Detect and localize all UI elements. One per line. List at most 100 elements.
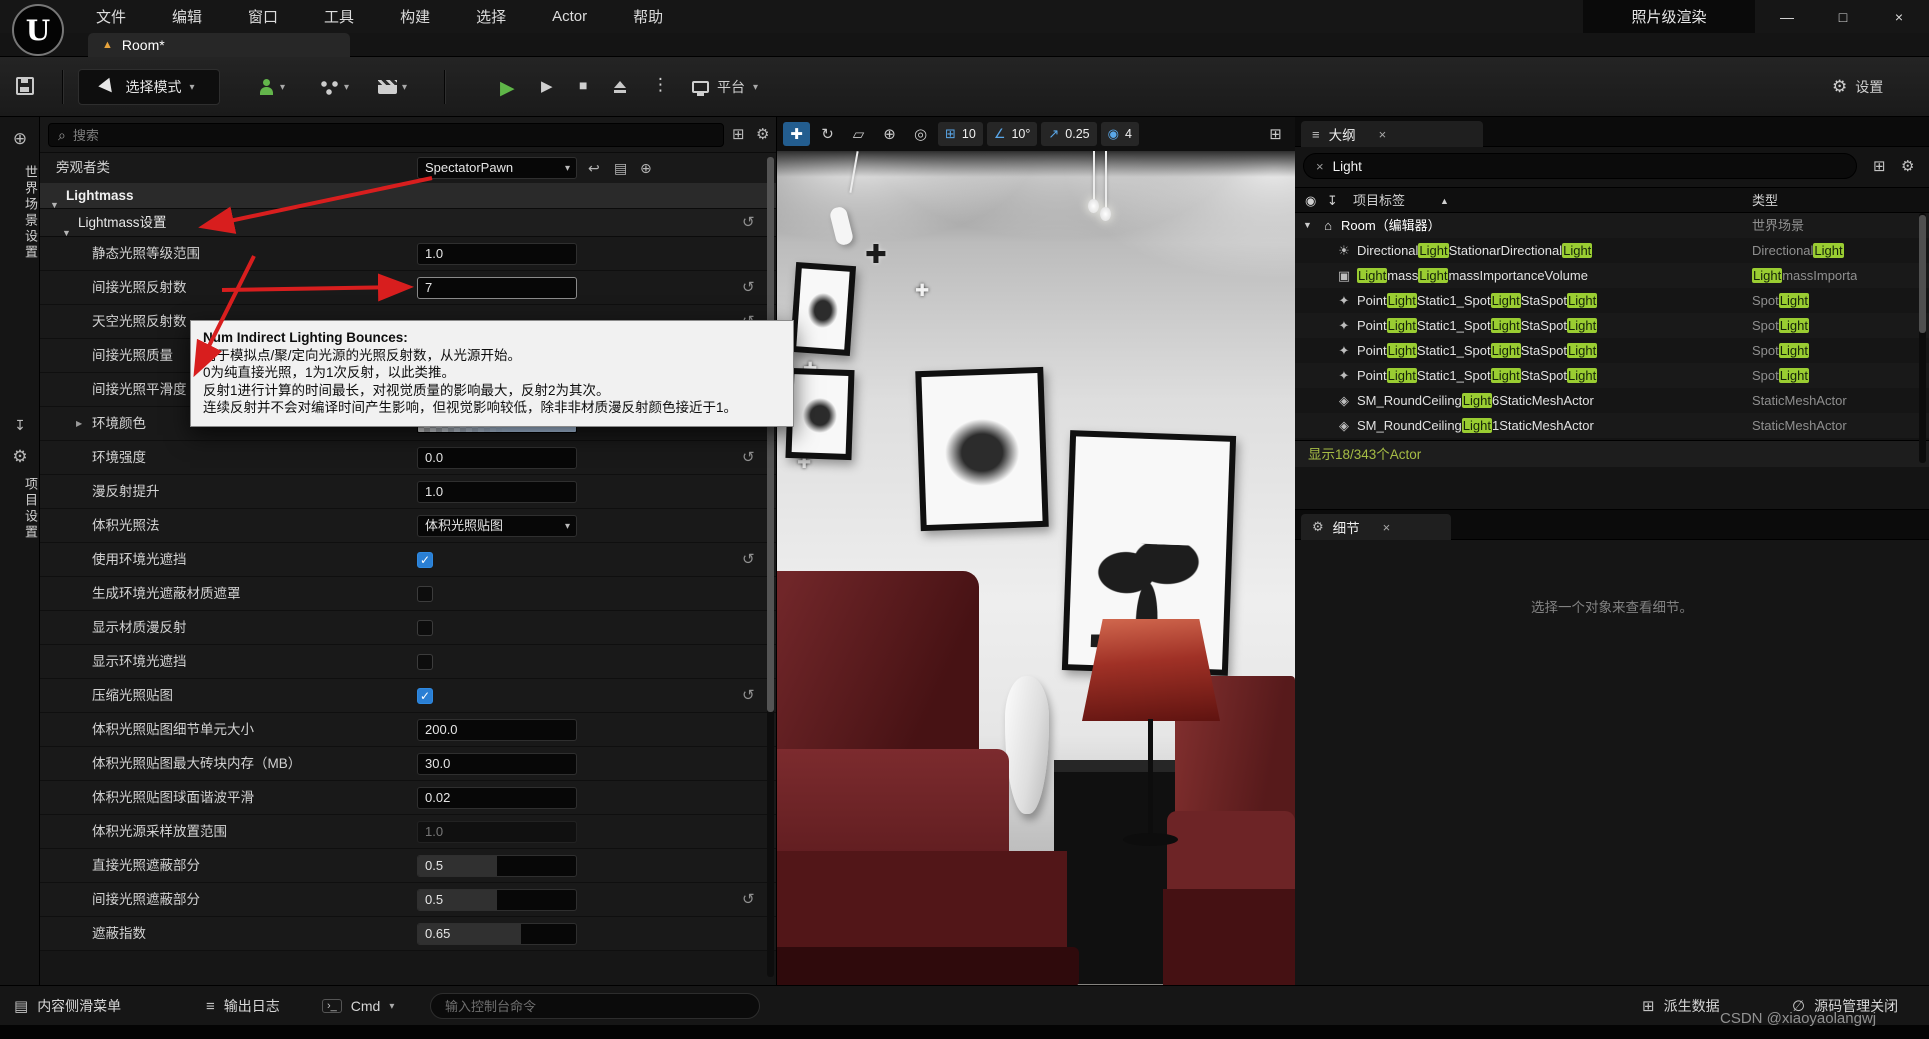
collapse-arrow-icon[interactable]: ▼ bbox=[1303, 213, 1312, 238]
menu-item-select[interactable]: 选择 bbox=[476, 6, 506, 27]
reset-to-default-button[interactable]: ↺ bbox=[742, 679, 755, 713]
menu-item-help[interactable]: 帮助 bbox=[633, 6, 663, 27]
maximize-button[interactable]: □ bbox=[1815, 0, 1871, 33]
expander-icon[interactable]: ▶ bbox=[76, 407, 82, 441]
property-checkbox[interactable] bbox=[417, 620, 433, 636]
play-options-button[interactable]: ⋮ bbox=[652, 75, 669, 95]
property-input[interactable]: 1.0 bbox=[417, 481, 577, 503]
column-type[interactable]: 类型 bbox=[1752, 188, 1778, 214]
menu-item-actor[interactable]: Actor bbox=[552, 8, 587, 25]
scrollbar[interactable] bbox=[1919, 213, 1926, 463]
column-item-label[interactable]: 项目标签 bbox=[1353, 188, 1405, 214]
rotation-snap-control[interactable]: ∠ 10° bbox=[987, 122, 1038, 146]
rotate-tool-button[interactable]: ↻ bbox=[814, 122, 841, 146]
reset-to-default-button[interactable]: ↺ bbox=[742, 271, 755, 305]
outliner-search-box[interactable]: × bbox=[1303, 153, 1857, 179]
gear-icon[interactable]: ⚙ bbox=[756, 125, 769, 143]
surface-snap-button[interactable]: ◎ bbox=[907, 122, 934, 146]
move-tool-button[interactable]: ✚ bbox=[783, 122, 810, 146]
outliner-row[interactable]: ☀DirectionalLightStationarDirectionalLig… bbox=[1295, 238, 1929, 263]
console-command-input[interactable] bbox=[430, 993, 760, 1019]
property-dropdown[interactable]: 体积光照贴图▾ bbox=[417, 515, 577, 537]
search-box[interactable]: ⌕ bbox=[48, 123, 724, 147]
tab-project-settings[interactable]: 项目设置 bbox=[0, 477, 40, 541]
search-input[interactable] bbox=[73, 128, 714, 143]
property-input[interactable]: 0.5 bbox=[417, 889, 577, 911]
reset-to-default-button[interactable]: ↺ bbox=[742, 441, 755, 475]
menu-item-tools[interactable]: 工具 bbox=[324, 6, 354, 27]
output-log-button[interactable]: ≡ 输出日志 bbox=[206, 986, 280, 1026]
content-drawer-button[interactable]: ▤ 内容侧滑菜单 bbox=[14, 986, 121, 1026]
property-input[interactable]: 1.0 bbox=[417, 243, 577, 265]
add-icon[interactable]: ⊕ bbox=[640, 153, 652, 183]
reset-to-default-button[interactable]: ↺ bbox=[742, 543, 755, 577]
outliner-search-input[interactable] bbox=[1333, 159, 1844, 174]
add-item-icon[interactable]: ⊞ bbox=[1873, 157, 1886, 175]
platform-dropdown[interactable]: 平台 ▾ bbox=[692, 69, 758, 105]
use-selected-icon[interactable]: ↩ bbox=[588, 153, 600, 183]
3d-scene[interactable]: ✚ ✚ ✚ ✚ bbox=[777, 151, 1295, 985]
scrollbar-thumb[interactable] bbox=[1919, 215, 1926, 333]
outliner-row[interactable]: ✦PointLightStatic1_SpotLightStaSpotLight… bbox=[1295, 363, 1929, 388]
blueprints-button[interactable]: ▾ bbox=[320, 69, 349, 105]
photoreal-render-button[interactable]: 照片级渲染 bbox=[1583, 0, 1755, 33]
scale-snap-control[interactable]: ↗ 0.25 bbox=[1041, 122, 1096, 146]
menu-item-build[interactable]: 构建 bbox=[400, 6, 430, 27]
clear-search-icon[interactable]: × bbox=[1316, 159, 1324, 174]
spectator-class-dropdown[interactable]: SpectatorPawn ▾ bbox=[417, 157, 577, 179]
grid-snap-control[interactable]: ⊞ 10 bbox=[938, 122, 983, 146]
outliner-row[interactable]: ▣LightmassLightmassImportanceVolumeLight… bbox=[1295, 263, 1929, 288]
close-icon[interactable]: × bbox=[1383, 520, 1391, 535]
scrollbar-thumb[interactable] bbox=[767, 157, 774, 712]
menu-item-window[interactable]: 窗口 bbox=[248, 6, 278, 27]
property-checkbox[interactable]: ✓ bbox=[417, 688, 433, 704]
frame-skip-button[interactable]: ▶ bbox=[541, 77, 553, 95]
outliner-row[interactable]: ✦PointLightStatic1_SpotLightStaSpotLight… bbox=[1295, 313, 1929, 338]
close-icon[interactable]: × bbox=[1379, 127, 1387, 142]
property-checkbox[interactable] bbox=[417, 654, 433, 670]
gear-icon[interactable]: ⚙ bbox=[1901, 157, 1914, 175]
world-local-toggle-button[interactable]: ⊕ bbox=[876, 122, 903, 146]
outliner-row[interactable]: ✦PointLightStatic1_SpotLightStaSpotLight… bbox=[1295, 288, 1929, 313]
cinematics-button[interactable]: ▾ bbox=[378, 69, 407, 105]
property-input[interactable]: 0.5 bbox=[417, 855, 577, 877]
save-button[interactable] bbox=[16, 77, 34, 95]
property-input[interactable]: 0.0 bbox=[417, 447, 577, 469]
maximize-viewport-button[interactable]: ⊞ bbox=[1262, 122, 1289, 146]
grid-view-icon[interactable]: ⊞ bbox=[732, 125, 745, 143]
property-input[interactable]: 200.0 bbox=[417, 719, 577, 741]
scrollbar[interactable] bbox=[767, 157, 774, 977]
tab-world-settings[interactable]: 世界场景设置 bbox=[0, 165, 40, 261]
cmd-dropdown[interactable]: ›_ Cmd ▾ bbox=[322, 986, 394, 1026]
property-checkbox[interactable] bbox=[417, 586, 433, 602]
close-button[interactable]: × bbox=[1871, 0, 1927, 33]
reset-to-default-button[interactable]: ↺ bbox=[742, 883, 755, 917]
stop-button[interactable]: ■ bbox=[579, 77, 587, 93]
add-actor-button[interactable]: ▾ bbox=[258, 69, 285, 105]
property-input[interactable]: 7 bbox=[417, 277, 577, 299]
property-input[interactable]: 0.02 bbox=[417, 787, 577, 809]
property-checkbox[interactable]: ✓ bbox=[417, 552, 433, 568]
property-input[interactable]: 30.0 bbox=[417, 753, 577, 775]
browse-icon[interactable]: ▤ bbox=[614, 153, 627, 183]
eye-icon[interactable]: ◉ bbox=[1305, 188, 1316, 214]
play-button[interactable]: ▶ bbox=[500, 77, 515, 100]
outliner-row[interactable]: ◈SM_RoundCeilingLight1StaticMeshActorSta… bbox=[1295, 413, 1929, 438]
move-gizmo-icon[interactable]: ✚ bbox=[865, 239, 887, 270]
derived-data-button[interactable]: ⊞ 派生数据 bbox=[1642, 986, 1720, 1026]
select-mode-dropdown[interactable]: 选择模式 ▾ bbox=[78, 69, 220, 105]
minimize-button[interactable]: — bbox=[1759, 0, 1815, 33]
eject-button[interactable] bbox=[614, 81, 626, 88]
menu-item-edit[interactable]: 编辑 bbox=[172, 6, 202, 27]
property-input[interactable]: 0.65 bbox=[417, 923, 577, 945]
tab-details[interactable]: ⚙ 细节 × bbox=[1301, 514, 1451, 540]
scale-tool-button[interactable]: ▱ bbox=[845, 122, 872, 146]
outliner-row[interactable]: ◈SM_RoundCeilingLight6StaticMeshActorSta… bbox=[1295, 388, 1929, 413]
camera-speed-control[interactable]: ◉ 4 bbox=[1101, 122, 1139, 146]
menu-item-file[interactable]: 文件 bbox=[96, 6, 126, 27]
outliner-row[interactable]: ▼⌂Room（编辑器）世界场景 bbox=[1295, 213, 1929, 238]
light-sprite-icon[interactable]: ✚ bbox=[915, 281, 929, 301]
tab-outliner[interactable]: ≡ 大纲 × bbox=[1301, 121, 1483, 147]
pin-column-icon[interactable]: ↧ bbox=[1327, 188, 1338, 214]
reset-to-default-button[interactable]: ↺ bbox=[742, 206, 755, 240]
